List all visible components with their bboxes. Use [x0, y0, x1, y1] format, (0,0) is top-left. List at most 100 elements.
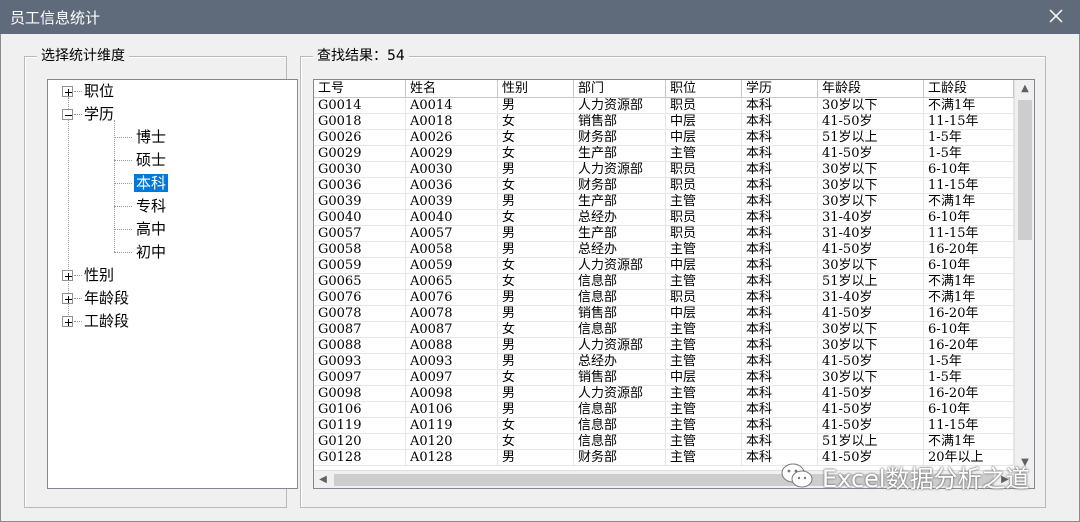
tree-connector — [114, 206, 132, 207]
table-cell: 31-40岁 — [818, 290, 924, 306]
tree-node-3[interactable]: 年龄段 — [82, 287, 131, 309]
table-cell: G0058 — [314, 242, 406, 258]
table-cell: 主管 — [666, 386, 742, 402]
table-cell: 11-15年 — [924, 226, 1014, 242]
table-cell: 销售部 — [574, 114, 666, 130]
dimension-tree[interactable]: 职位 学历 博士 硕士 本科 专科 高中 初中 性别 年龄段 工龄段 — [47, 79, 298, 489]
table-cell: A0036 — [406, 178, 498, 194]
table-row[interactable]: G0059 A0059 女人力资源部 中层 本科 30岁以下 6-10年 — [314, 258, 1014, 274]
table-row[interactable]: G0039 A0039 男生产部 主管 本科 30岁以下 不满1年 — [314, 194, 1014, 210]
column-header[interactable]: 部门 — [574, 80, 666, 98]
table-row[interactable]: G0026 A0026 女财务部 中层 本科 51岁以上 1-5年 — [314, 130, 1014, 146]
table-row[interactable]: G0030 A0030 男人力资源部 职员 本科 30岁以下 6-10年 — [314, 162, 1014, 178]
plus-box-icon[interactable] — [62, 316, 73, 327]
table-row[interactable]: G0040 A0040 女总经办 职员 本科 31-40岁 6-10年 — [314, 210, 1014, 226]
table-row[interactable]: G0065 A0065 女信息部 主管 本科 51岁以上 不满1年 — [314, 274, 1014, 290]
table-cell: 41-50岁 — [818, 306, 924, 322]
table-cell: 男 — [498, 354, 574, 370]
table-cell: 1-5年 — [924, 130, 1014, 146]
table-cell: A0128 — [406, 450, 498, 466]
table-cell: 财务部 — [574, 450, 666, 466]
table-cell: 1-5年 — [924, 370, 1014, 386]
table-cell: 30岁以下 — [818, 194, 924, 210]
tree-connector — [114, 252, 132, 253]
table-row[interactable]: G0106 A0106 男信息部 主管 本科 41-50岁 6-10年 — [314, 402, 1014, 418]
column-header[interactable]: 年龄段 — [818, 80, 924, 98]
tree-child-1[interactable]: 硕士 — [134, 149, 168, 171]
table-row[interactable]: G0018 A0018 女销售部 中层 本科 41-50岁 11-15年 — [314, 114, 1014, 130]
chevron-up-icon[interactable]: ▲ — [1015, 80, 1034, 98]
column-header[interactable]: 职位 — [666, 80, 742, 98]
tree-child-0[interactable]: 博士 — [134, 126, 168, 148]
tree-child-4[interactable]: 高中 — [134, 218, 168, 240]
dimension-groupbox: 选择统计维度 职位 学历 博士 硕士 本科 专科 高中 初中 性别 年龄段 工龄段 — [24, 48, 298, 508]
plus-box-icon[interactable] — [62, 293, 73, 304]
table-cell: G0093 — [314, 354, 406, 370]
table-row[interactable]: G0078 A0078 男销售部 中层 本科 41-50岁 16-20年 — [314, 306, 1014, 322]
table-cell: 41-50岁 — [818, 354, 924, 370]
table-cell: 本科 — [742, 290, 818, 306]
tree-node-4[interactable]: 工龄段 — [82, 310, 131, 332]
table-row[interactable]: G0119 A0119 女信息部 主管 本科 41-50岁 11-15年 — [314, 418, 1014, 434]
table-cell: 信息部 — [574, 434, 666, 450]
table-row[interactable]: G0036 A0036 女财务部 职员 本科 30岁以下 11-15年 — [314, 178, 1014, 194]
table-cell: 不满1年 — [924, 434, 1014, 450]
table-cell: 男 — [498, 162, 574, 178]
vertical-scroll-thumb[interactable] — [1018, 100, 1032, 240]
table-cell: 主管 — [666, 242, 742, 258]
table-cell: 男 — [498, 450, 574, 466]
tree-node-0[interactable]: 职位 — [82, 80, 116, 102]
table-cell: 不满1年 — [924, 98, 1014, 114]
column-header[interactable]: 工龄段 — [924, 80, 1014, 98]
table-row[interactable]: G0093 A0093 男总经办 主管 本科 41-50岁 1-5年 — [314, 354, 1014, 370]
tree-node-1[interactable]: 学历 — [82, 103, 116, 125]
tree-child-5[interactable]: 初中 — [134, 241, 168, 263]
table-cell: G0087 — [314, 322, 406, 338]
table-cell: 本科 — [742, 434, 818, 450]
table-row[interactable]: G0057 A0057 男生产部 职员 本科 31-40岁 11-15年 — [314, 226, 1014, 242]
table-cell: A0026 — [406, 130, 498, 146]
tree-node-2[interactable]: 性别 — [82, 264, 116, 286]
column-header[interactable]: 性别 — [498, 80, 574, 98]
table-cell: 30岁以下 — [818, 338, 924, 354]
table-cell: 41-50岁 — [818, 146, 924, 162]
table-row[interactable]: G0097 A0097 女销售部 中层 本科 30岁以下 1-5年 — [314, 370, 1014, 386]
table-cell: G0014 — [314, 98, 406, 114]
result-grid[interactable]: 工号 姓名 性别 部门 职位 学历 年龄段 工龄段 G0014 A0014 男人力资源部 职员 本科 3… — [313, 79, 1035, 489]
column-header[interactable]: 学历 — [742, 80, 818, 98]
dimension-group-label: 选择统计维度 — [37, 48, 129, 64]
table-cell: 信息部 — [574, 418, 666, 434]
table-row[interactable]: G0120 A0120 女信息部 主管 本科 51岁以上 不满1年 — [314, 434, 1014, 450]
table-cell: 主管 — [666, 450, 742, 466]
tree-child-3[interactable]: 专科 — [134, 195, 168, 217]
table-cell: 信息部 — [574, 274, 666, 290]
table-cell: 主管 — [666, 434, 742, 450]
table-cell: 1-5年 — [924, 354, 1014, 370]
table-cell: 男 — [498, 98, 574, 114]
chevron-left-icon[interactable]: ◀ — [314, 471, 332, 488]
table-cell: 中层 — [666, 370, 742, 386]
table-row[interactable]: G0058 A0058 男总经办 主管 本科 41-50岁 16-20年 — [314, 242, 1014, 258]
table-row[interactable]: G0014 A0014 男人力资源部 职员 本科 30岁以下 不满1年 — [314, 98, 1014, 114]
tree-child-2[interactable]: 本科 — [134, 172, 169, 194]
table-cell: 本科 — [742, 210, 818, 226]
minus-box-icon[interactable] — [62, 109, 73, 120]
table-cell: 男 — [498, 242, 574, 258]
table-row[interactable]: G0098 A0098 男人力资源部 主管 本科 41-50岁 16-20年 — [314, 386, 1014, 402]
column-header[interactable]: 姓名 — [406, 80, 498, 98]
table-row[interactable]: G0029 A0029 女生产部 主管 本科 41-50岁 1-5年 — [314, 146, 1014, 162]
table-row[interactable]: G0088 A0088 男人力资源部 主管 本科 30岁以下 16-20年 — [314, 338, 1014, 354]
close-icon[interactable] — [1044, 4, 1068, 28]
plus-box-icon[interactable] — [62, 270, 73, 281]
table-cell: 人力资源部 — [574, 386, 666, 402]
tree-connector — [74, 275, 82, 276]
table-cell: 16-20年 — [924, 386, 1014, 402]
table-row[interactable]: G0087 A0087 女信息部 主管 本科 30岁以下 6-10年 — [314, 322, 1014, 338]
table-row[interactable]: G0076 A0076 男信息部 职员 本科 31-40岁 不满1年 — [314, 290, 1014, 306]
table-cell: 30岁以下 — [818, 178, 924, 194]
column-header[interactable]: 工号 — [314, 80, 406, 98]
table-cell: G0065 — [314, 274, 406, 290]
table-cell: 41-50岁 — [818, 402, 924, 418]
vertical-scrollbar[interactable]: ▲ ▼ — [1014, 80, 1034, 472]
plus-box-icon[interactable] — [62, 86, 73, 97]
